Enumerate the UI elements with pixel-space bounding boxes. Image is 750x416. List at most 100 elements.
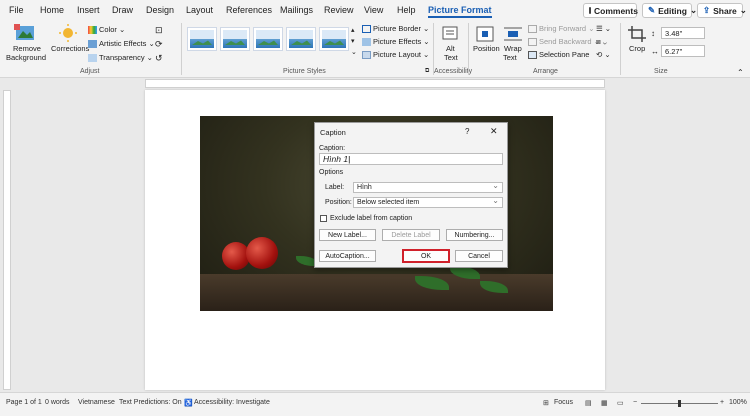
autocaption-button[interactable]: AutoCaption... (319, 250, 376, 262)
arrange-group-label: Arrange (533, 68, 558, 75)
artistic-effects-button[interactable]: Artistic Effects ⌄ (88, 39, 155, 49)
tab-insert[interactable]: Insert (77, 5, 100, 15)
remove-background-icon (14, 24, 36, 42)
picture-style-thumb[interactable] (253, 27, 283, 51)
picture-layout-icon (362, 51, 371, 60)
position-select[interactable]: Below selected item (353, 196, 503, 208)
divider (181, 23, 182, 75)
tab-help[interactable]: Help (397, 5, 416, 15)
dialog-launcher-icon[interactable]: ⧉ (425, 68, 429, 75)
picture-style-thumb[interactable] (319, 27, 349, 51)
transparency-button[interactable]: Transparency ⌄ (88, 53, 153, 63)
picture-effects-icon (362, 38, 371, 47)
word-count[interactable]: 0 words (45, 399, 70, 406)
tab-mailings[interactable]: Mailings (280, 5, 313, 15)
tab-design[interactable]: Design (146, 5, 174, 15)
tab-home[interactable]: Home (40, 5, 64, 15)
zoom-level[interactable]: 100% (729, 399, 747, 406)
tab-picture-format[interactable]: Picture Format (428, 5, 492, 18)
collapse-ribbon-icon[interactable]: ⌃ (737, 68, 744, 77)
rotate-icon[interactable]: ⟲ ⌄ (596, 50, 611, 59)
width-field[interactable]: 6.27" (661, 45, 705, 57)
picture-effects-button[interactable]: Picture Effects ⌄ (362, 37, 430, 47)
height-field[interactable]: 3.48" (661, 27, 705, 39)
tab-layout[interactable]: Layout (186, 5, 213, 15)
artistic-effects-icon (88, 40, 97, 49)
focus-button[interactable]: Focus (554, 399, 573, 406)
accessibility-status[interactable]: Accessibility: Investigate (194, 399, 270, 406)
picture-effects-label: Picture Effects (373, 37, 422, 46)
gallery-scroll-down-icon[interactable]: ▾ (351, 37, 355, 45)
new-label-button[interactable]: New Label... (319, 229, 376, 241)
compress-pictures-icon[interactable]: ⊡ (155, 25, 163, 36)
selection-pane-button[interactable]: Selection Pane (528, 50, 589, 60)
horizontal-ruler[interactable] (145, 79, 605, 88)
text-predictions[interactable]: Text Predictions: On (119, 399, 182, 406)
tab-file[interactable]: File (9, 5, 24, 15)
wrap-text-label-2[interactable]: Text (503, 53, 517, 62)
change-picture-icon[interactable]: ⟳ (155, 39, 163, 50)
delete-label-button[interactable]: Delete Label (382, 229, 440, 241)
label-select[interactable]: Hình (353, 181, 503, 193)
transparency-label: Transparency (99, 53, 145, 62)
picture-border-button[interactable]: Picture Border ⌄ (362, 24, 429, 34)
position-icon (474, 25, 496, 43)
picture-style-thumb[interactable] (286, 27, 316, 51)
exclude-label-checkbox[interactable] (320, 215, 327, 222)
wrap-text-icon (502, 25, 524, 43)
print-layout-icon[interactable]: ▦ (601, 399, 608, 407)
bring-forward-button[interactable]: Bring Forward ⌄ (528, 24, 594, 34)
numbering-button[interactable]: Numbering... (446, 229, 503, 241)
cancel-button[interactable]: Cancel (455, 250, 503, 262)
tab-draw[interactable]: Draw (112, 5, 133, 15)
width-value: 6.27" (665, 47, 683, 56)
page-count[interactable]: Page 1 of 1 (6, 399, 42, 406)
zoom-slider-thumb[interactable] (678, 400, 681, 407)
gallery-scroll-up-icon[interactable]: ▴ (351, 26, 355, 34)
group-icon[interactable]: ⧈ ⌄ (596, 37, 607, 47)
help-button[interactable]: ? (465, 127, 469, 136)
ribbon: Remove Background Corrections Color ⌄ Ar… (0, 20, 750, 78)
transparency-icon (88, 54, 97, 63)
remove-background-label-2[interactable]: Background (6, 53, 46, 62)
color-button[interactable]: Color ⌄ (88, 25, 125, 35)
height-icon: ↕ (651, 29, 655, 38)
alt-text-label-2[interactable]: Text (444, 53, 458, 62)
picture-style-thumb[interactable] (220, 27, 250, 51)
gallery-more-icon[interactable]: ⌄ (351, 48, 357, 56)
comments-button[interactable]: Comments (583, 3, 638, 18)
ok-button[interactable]: OK (402, 249, 450, 263)
position-button[interactable]: Position (473, 44, 500, 53)
send-backward-button[interactable]: Send Backward ⌄ (528, 37, 600, 47)
caption-field-label: Caption: (319, 145, 346, 152)
alt-text-label-1[interactable]: Alt (446, 44, 455, 53)
zoom-out-icon[interactable]: − (633, 399, 637, 406)
height-value: 3.48" (665, 29, 683, 38)
tab-view[interactable]: View (364, 5, 383, 15)
divider (620, 23, 621, 75)
artistic-effects-label: Artistic Effects (99, 39, 147, 48)
tab-review[interactable]: Review (324, 5, 354, 15)
send-backward-label: Send Backward (539, 37, 592, 46)
share-icon: ⇪ (703, 5, 711, 15)
wrap-text-label-1[interactable]: Wrap (504, 44, 522, 53)
web-layout-icon[interactable]: ▭ (617, 399, 624, 407)
vertical-ruler[interactable] (3, 90, 11, 390)
tab-references[interactable]: References (226, 5, 272, 15)
picture-style-thumb[interactable] (187, 27, 217, 51)
caption-input[interactable]: Hình 1| (319, 153, 503, 165)
remove-background-label-1[interactable]: Remove (13, 44, 41, 53)
share-button[interactable]: ⇪ Share ⌄ (697, 3, 747, 18)
crop-button[interactable]: Crop (629, 44, 645, 53)
language[interactable]: Vietnamese (78, 399, 115, 406)
focus-icon: ⊞ (543, 400, 549, 407)
align-icon[interactable]: ☰ ⌄ (596, 24, 611, 33)
zoom-in-icon[interactable]: + (720, 399, 724, 406)
close-button[interactable]: ✕ (490, 126, 498, 137)
editing-button[interactable]: ✎ Editing ⌄ (642, 3, 697, 18)
picture-layout-button[interactable]: Picture Layout ⌄ (362, 50, 429, 60)
corrections-button[interactable]: Corrections (51, 44, 89, 53)
read-mode-icon[interactable]: ▤ (585, 399, 592, 407)
size-group-label: Size (654, 68, 668, 75)
reset-picture-icon[interactable]: ↺ (155, 53, 163, 64)
